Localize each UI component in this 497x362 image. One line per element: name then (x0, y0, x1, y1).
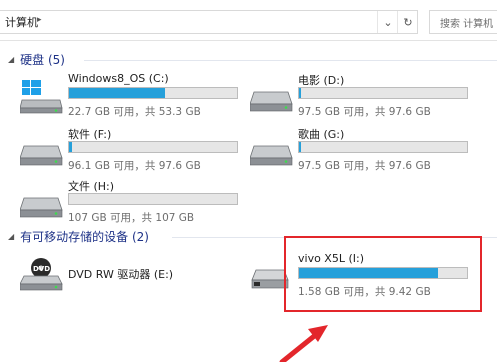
red-arrow-icon (279, 325, 328, 362)
